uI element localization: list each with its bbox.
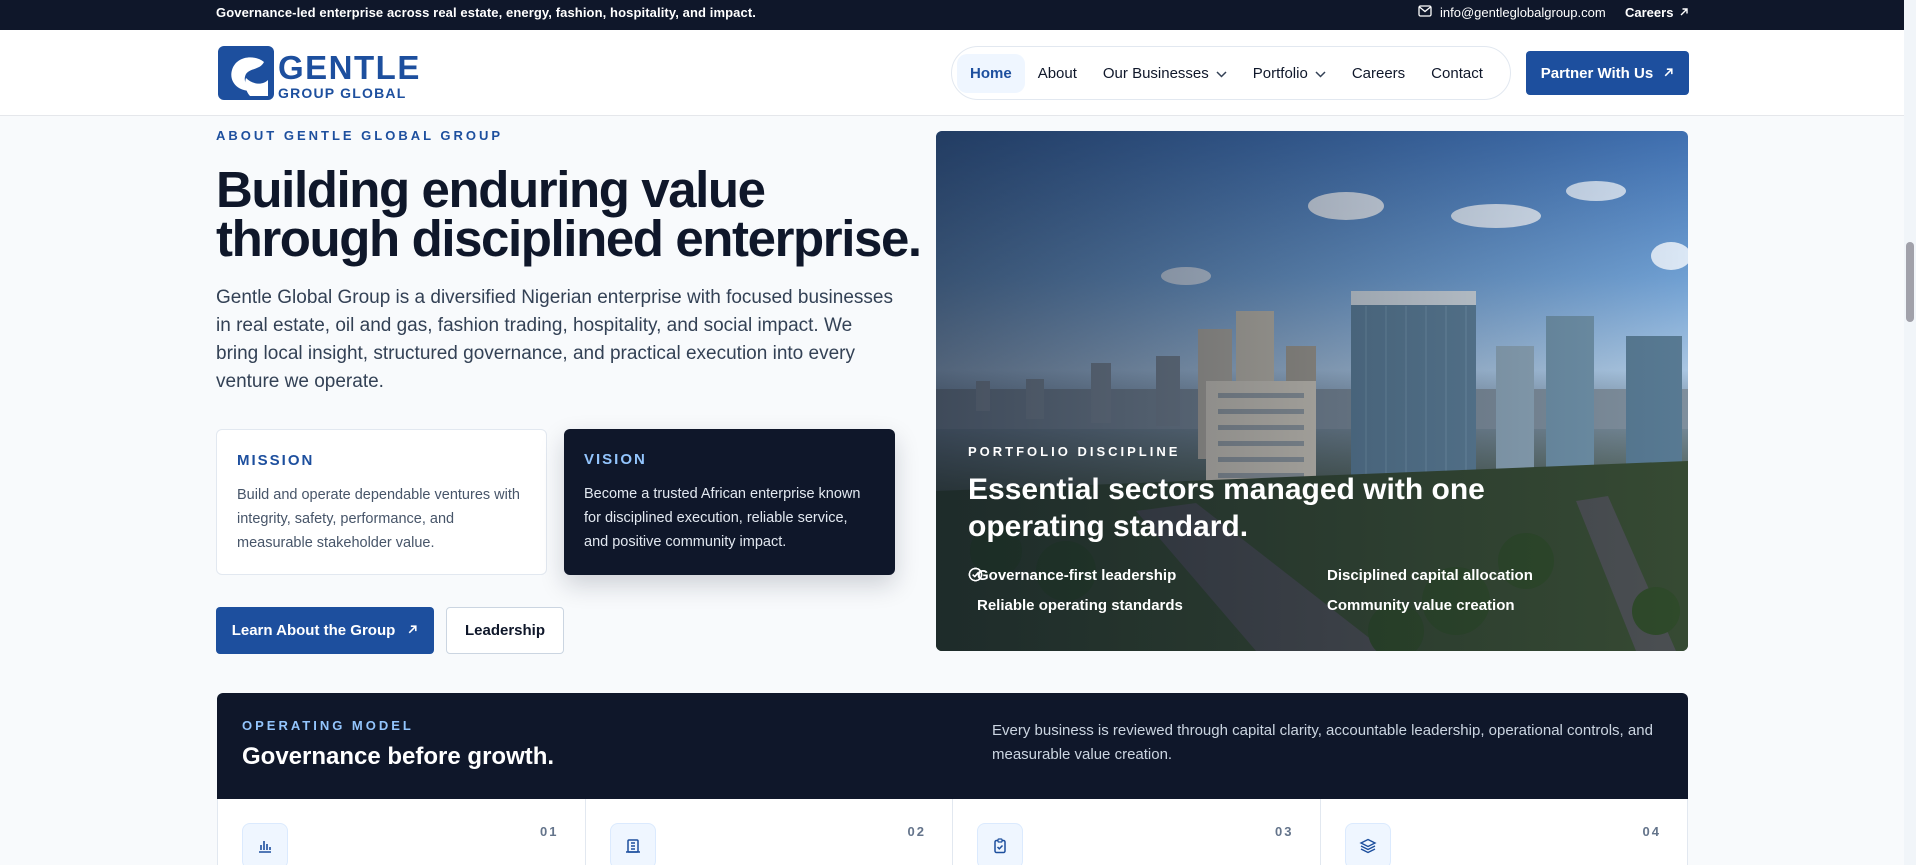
image-point: Community value creation — [968, 567, 1668, 614]
operating-step-card: 03 — [953, 799, 1321, 865]
nav-label: Portfolio — [1252, 64, 1308, 82]
operating-model-description: Every business is reviewed through capit… — [992, 722, 1653, 763]
site-logo[interactable]: GENTLE GROUP GLOBAL — [216, 44, 421, 107]
image-point: Disciplined capital allocation — [968, 567, 1668, 584]
operating-model-banner: OPERATING MODEL Governance before growth… — [217, 693, 1688, 799]
top-bar-careers-link[interactable]: Careers — [1625, 5, 1689, 20]
step-number: 03 — [1275, 824, 1294, 839]
image-point-label: Governance-first leadership — [977, 567, 1177, 584]
logo-line-1: GENTLE — [278, 49, 421, 86]
arrow-up-right-icon — [1679, 5, 1689, 20]
vision-title: VISION — [584, 451, 647, 468]
top-bar-email-text: info@gentleglobalgroup.com — [1440, 5, 1606, 20]
partner-with-us-button[interactable]: Partner With Us — [1526, 51, 1689, 95]
image-point-label: Reliable operating standards — [977, 597, 1183, 614]
image-point: Governance-first leadership — [968, 567, 1318, 584]
learn-button-label: Learn About the Group — [231, 622, 396, 639]
image-eyebrow: PORTFOLIO DISCIPLINE — [968, 444, 1181, 459]
hero-city-image: PORTFOLIO DISCIPLINE Essential sectors m… — [936, 131, 1688, 651]
clipboard-check-icon — [977, 823, 1023, 865]
mail-icon — [1418, 5, 1432, 20]
image-title: Essential sectors managed with one opera… — [968, 473, 1485, 543]
mission-text: Build and operate dependable ventures wi… — [237, 487, 520, 551]
page-scrollbar[interactable] — [1904, 0, 1916, 865]
nav-label: Careers — [1351, 64, 1406, 82]
nav-label: Home — [970, 64, 1012, 82]
chevron-down-icon — [1315, 65, 1326, 82]
operating-model-eyebrow: OPERATING MODEL — [242, 718, 414, 733]
operating-step-card: 02 — [586, 799, 953, 865]
logo-wordmark: GENTLE GROUP GLOBAL — [278, 51, 421, 100]
nav-label: Our Businesses — [1102, 64, 1209, 82]
nav-item-our-businesses[interactable]: Our Businesses — [1090, 54, 1240, 93]
step-number: 02 — [907, 824, 926, 839]
operating-steps: 01 02 03 04 — [217, 799, 1688, 865]
image-point-label: Community value creation — [1327, 597, 1515, 614]
site-header: GENTLE GROUP GLOBAL Home About Our Busin… — [0, 30, 1916, 116]
top-bar: Governance-led enterprise across real es… — [0, 0, 1916, 30]
hero-eyebrow: ABOUT GENTLE GLOBAL GROUP — [216, 128, 504, 143]
building-icon — [609, 823, 656, 865]
nav-item-about[interactable]: About — [1025, 54, 1090, 93]
leadership-button[interactable]: Leadership — [446, 607, 564, 654]
top-bar-email-link[interactable]: info@gentleglobalgroup.com — [1418, 5, 1606, 20]
nav-label: Contact — [1431, 64, 1483, 82]
vision-text: Become a trusted African enterprise know… — [584, 486, 861, 550]
image-point: Reliable operating standards — [968, 567, 1318, 614]
nav-item-contact[interactable]: Contact — [1418, 54, 1496, 93]
nav-item-home[interactable]: Home — [957, 53, 1025, 93]
hero-description: Gentle Global Group is a diversified Nig… — [216, 287, 893, 392]
arrow-up-right-icon — [1663, 65, 1674, 82]
learn-about-group-button[interactable]: Learn About the Group — [216, 607, 434, 654]
top-bar-tagline: Governance-led enterprise across real es… — [216, 5, 756, 20]
nav-item-careers[interactable]: Careers — [1339, 54, 1418, 93]
nav-label: About — [1037, 64, 1077, 82]
main-nav: Home About Our Businesses Portfolio Care… — [951, 46, 1511, 100]
image-point-label: Disciplined capital allocation — [1327, 567, 1533, 584]
step-number: 04 — [1642, 824, 1661, 839]
step-number: 01 — [540, 824, 559, 839]
logo-line-2: GROUP GLOBAL — [278, 85, 407, 101]
scrollbar-thumb[interactable] — [1906, 242, 1914, 322]
hero-title-line-2: through disciplined enterprise. — [216, 210, 922, 267]
bar-chart-icon — [242, 823, 288, 865]
nav-item-portfolio[interactable]: Portfolio — [1240, 54, 1339, 93]
operating-model-title: Governance before growth. — [242, 743, 555, 770]
logo-mark-icon — [216, 44, 276, 107]
operating-step-card: 01 — [218, 799, 586, 865]
layers-icon — [1344, 823, 1391, 865]
arrow-up-right-icon — [407, 622, 418, 639]
partner-button-label: Partner With Us — [1540, 64, 1654, 82]
hero-title: Building enduring value through discipli… — [216, 164, 936, 264]
mission-card: MISSION Build and operate dependable ven… — [216, 429, 547, 575]
chevron-down-icon — [1216, 65, 1227, 82]
image-points-list: Governance-first leadership Disciplined … — [968, 567, 1668, 614]
mission-title: MISSION — [237, 452, 315, 469]
top-bar-careers-label: Careers — [1625, 5, 1674, 20]
vision-card: VISION Become a trusted African enterpri… — [564, 429, 895, 575]
leadership-button-label: Leadership — [464, 622, 546, 639]
operating-step-card: 04 — [1321, 799, 1688, 865]
